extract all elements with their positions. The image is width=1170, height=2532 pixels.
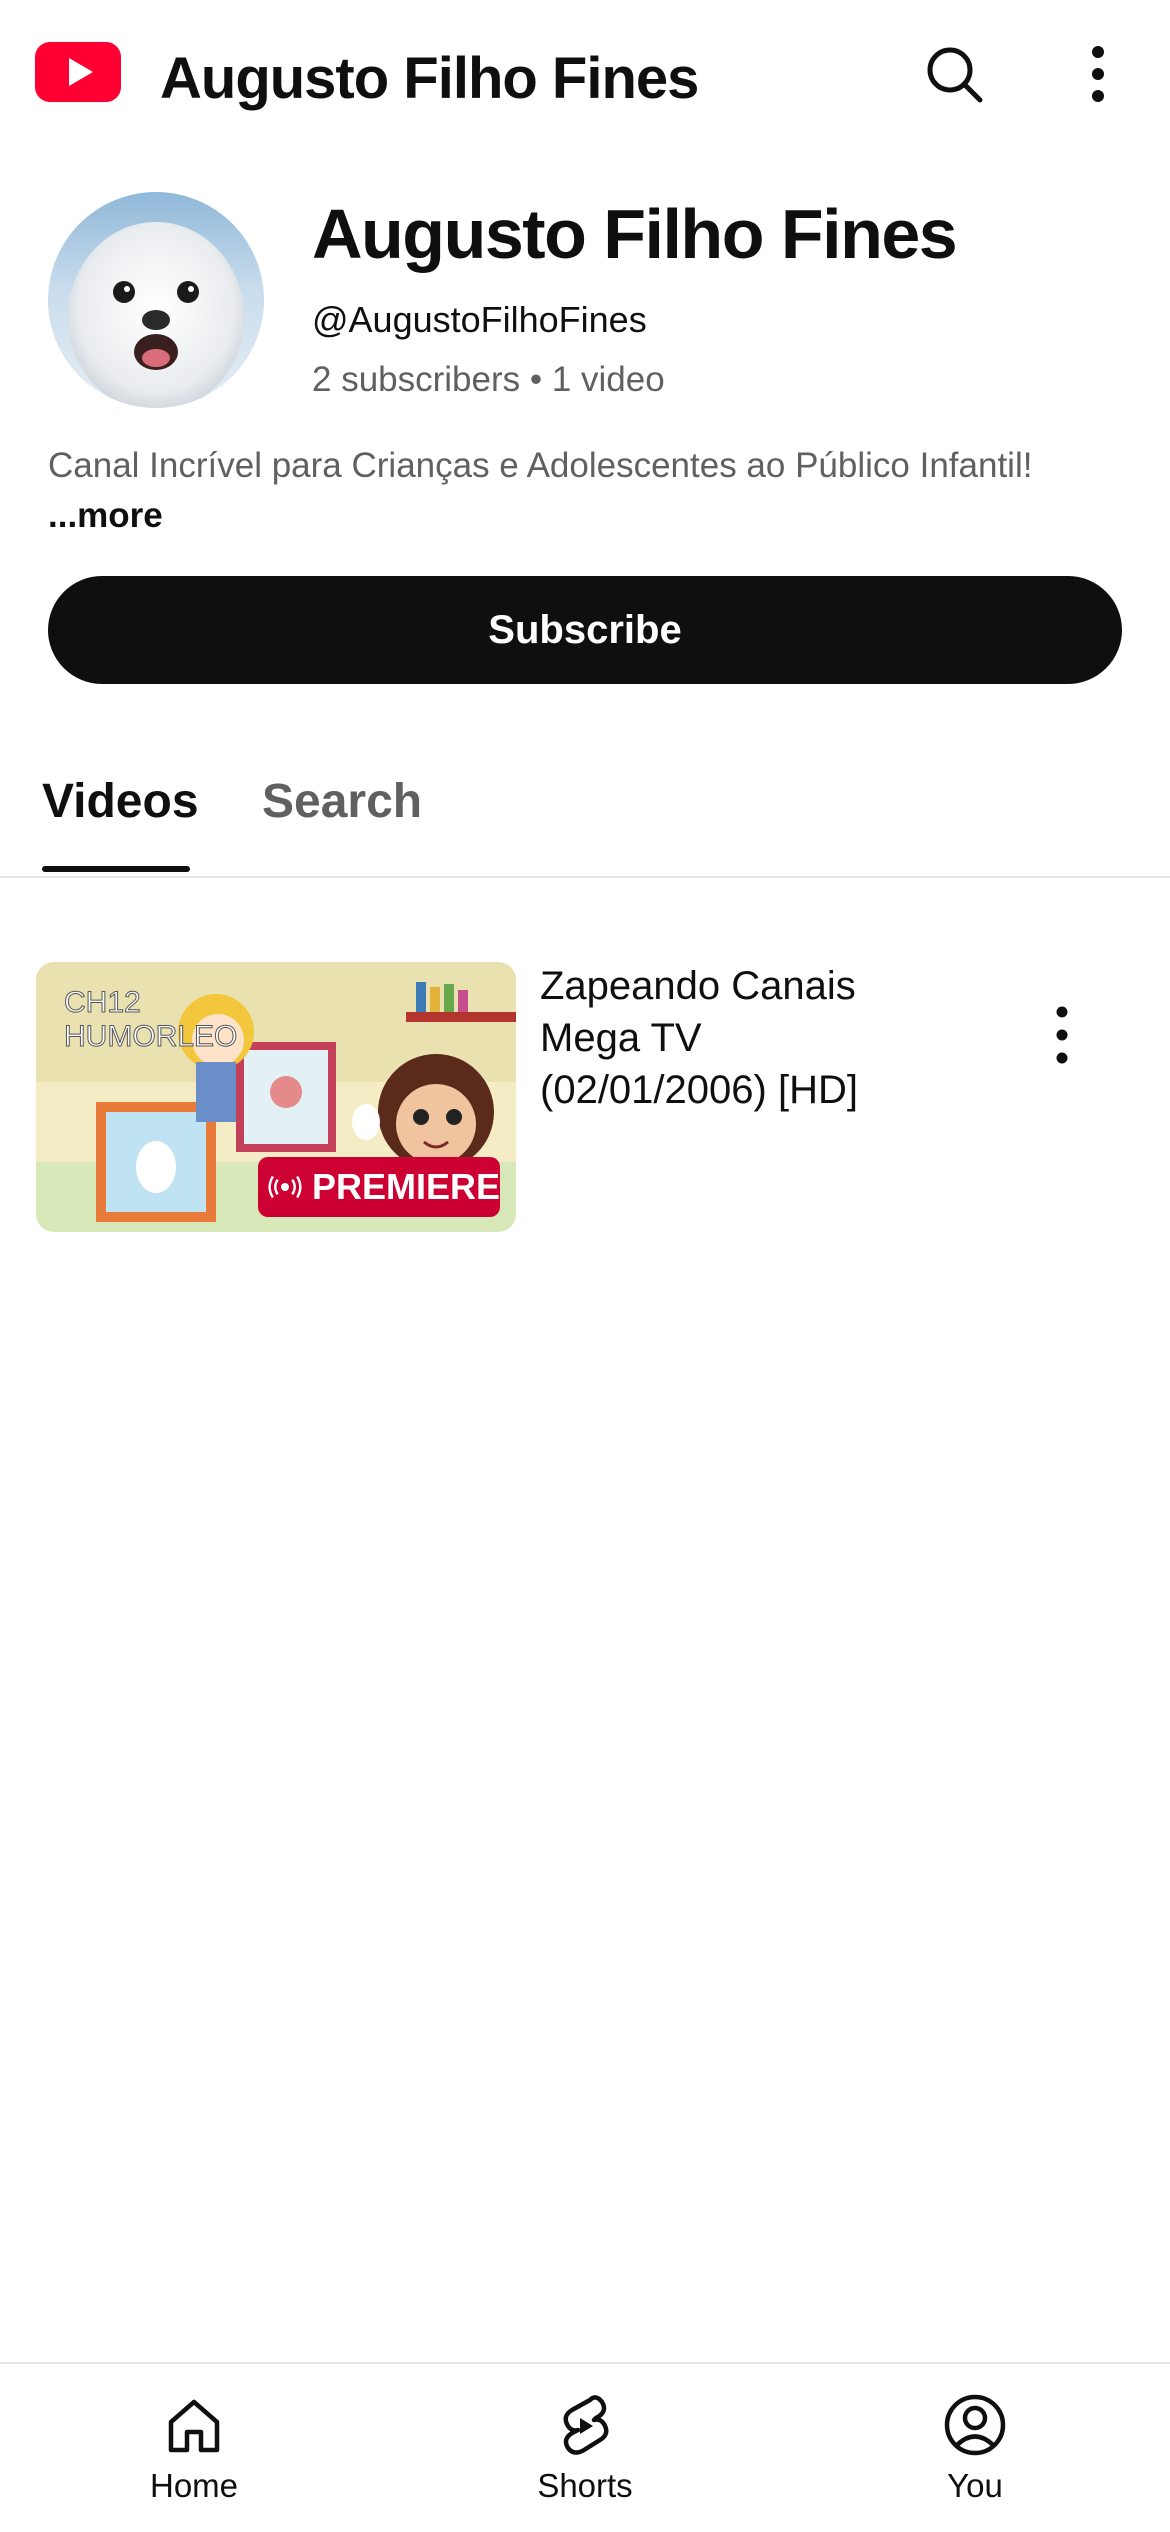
live-broadcast-icon	[268, 1175, 302, 1199]
video-more-vert-icon[interactable]	[1030, 1000, 1094, 1070]
home-icon	[168, 2399, 220, 2453]
channel-name: Augusto Filho Fines	[312, 195, 958, 273]
tab-selected-indicator	[42, 866, 190, 872]
nav-home-label: Home	[149, 2467, 239, 2504]
tab-videos[interactable]: Videos	[42, 772, 199, 832]
svg-text:HUMORLEO: HUMORLEO	[64, 1020, 237, 1053]
premiere-badge: PREMIERE	[258, 1157, 500, 1217]
channel-description[interactable]: Canal Incrível para Crianças e Adolescen…	[48, 444, 1128, 488]
nav-shorts-label: Shorts	[537, 2467, 633, 2504]
channel-stats: 2 subscribers • 1 video	[312, 360, 665, 399]
premiere-badge-label: PREMIERE	[311, 1166, 500, 1207]
more-link[interactable]: ...more	[48, 494, 163, 538]
thumbnail-overlay-text: CH12	[64, 986, 141, 1019]
shorts-icon	[563, 2395, 609, 2455]
channel-handle: @AugustoFilhoFines	[312, 299, 647, 340]
account-circle-icon	[944, 2394, 1006, 2456]
youtube-logo-icon[interactable]	[35, 42, 121, 102]
bottom-nav-divider	[0, 2362, 1170, 2364]
tabs-divider	[0, 876, 1170, 878]
nav-shorts[interactable]: Shorts	[485, 2390, 685, 2520]
subscribe-button[interactable]: Subscribe	[48, 576, 1122, 684]
channel-avatar[interactable]	[48, 192, 264, 408]
nav-you-label: You	[947, 2467, 1003, 2504]
video-title[interactable]: Zapeando Canais Mega TV (02/01/2006) [HD…	[540, 960, 920, 1116]
more-vert-icon[interactable]	[1062, 38, 1134, 110]
search-icon[interactable]	[918, 38, 990, 110]
tab-search[interactable]: Search	[262, 772, 422, 832]
nav-home[interactable]: Home	[94, 2390, 294, 2520]
topbar-title: Augusto Filho Fines	[160, 46, 699, 111]
nav-you[interactable]: You	[875, 2390, 1075, 2520]
